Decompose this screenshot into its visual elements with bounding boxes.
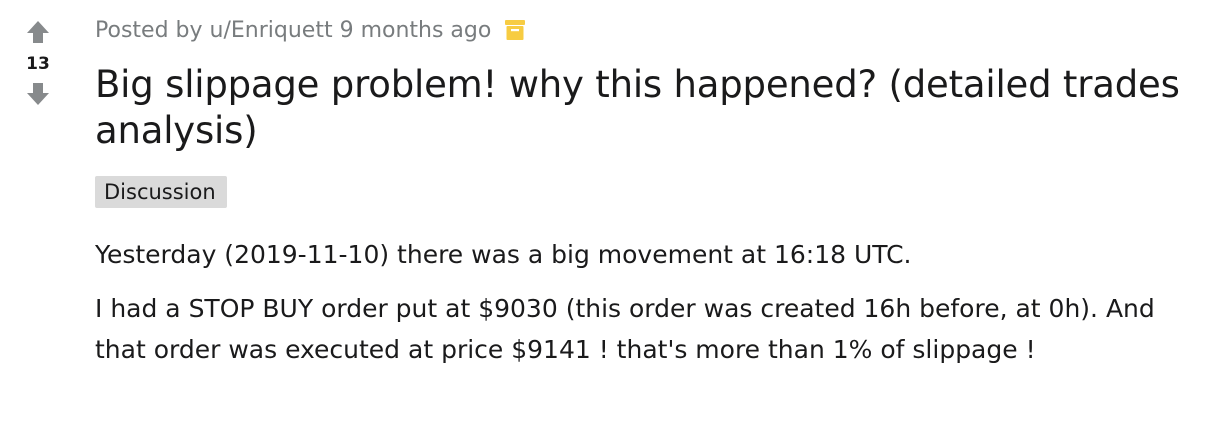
vote-column: 13 [16,18,60,108]
post-meta: Posted by u/Enriquett 9 months ago [95,12,1205,48]
body-paragraph: I had a STOP BUY order put at $9030 (thi… [95,294,1155,364]
post-flair[interactable]: Discussion [95,176,227,208]
vote-score: 13 [26,54,50,74]
downvote-button[interactable] [24,80,52,108]
post-title[interactable]: Big slippage problem! why this happened?… [95,62,1195,154]
author-link[interactable]: u/Enriquett [210,18,333,43]
posted-by-label: Posted by [95,17,203,43]
body-paragraph: Yesterday (2019-11-10) there was a big m… [95,240,912,269]
upvote-button[interactable] [24,18,52,46]
post-time[interactable]: 9 months ago [340,18,492,43]
archive-box-icon [505,19,526,41]
post-content: Posted by u/Enriquett 9 months ago Big s… [95,12,1205,383]
post-body: Yesterday (2019-11-10) there was a big m… [95,234,1205,370]
arrow-up-icon [27,21,49,43]
arrow-down-icon [27,83,49,105]
post-card: 13 Posted by u/Enriquett 9 months ago Bi… [0,0,1232,432]
